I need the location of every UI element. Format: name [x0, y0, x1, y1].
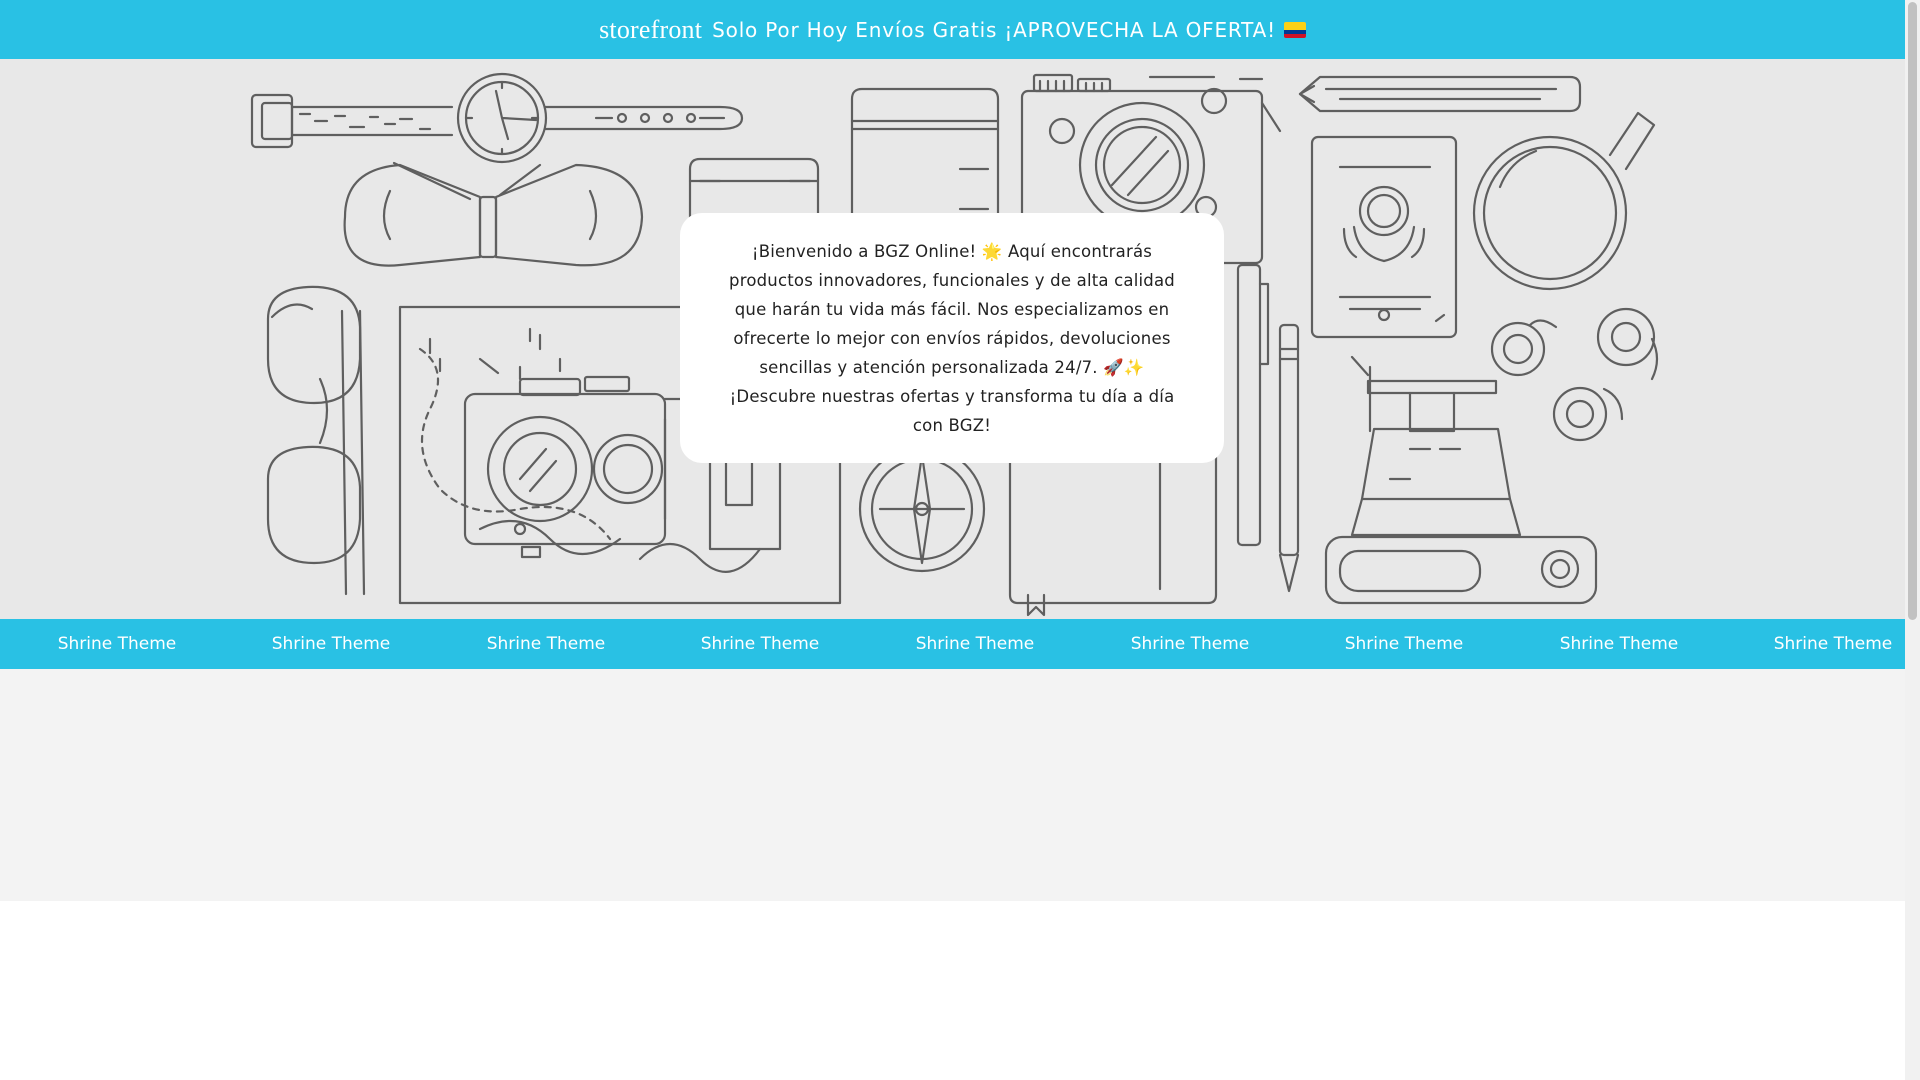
page-scrollbar[interactable] — [1905, 0, 1920, 1080]
marquee-item: Shrine Theme — [1130, 634, 1250, 654]
welcome-text: ¡Bienvenido a BGZ Online! 🌟 Aquí encontr… — [729, 241, 1175, 435]
scrollbar-thumb[interactable] — [1908, 2, 1917, 620]
hero-banner: ¡Bienvenido a BGZ Online! 🌟 Aquí encontr… — [0, 59, 1905, 619]
brand-logo[interactable]: storefront — [599, 15, 702, 45]
marquee-item: Shrine Theme — [271, 634, 391, 654]
marquee-item: Shrine Theme — [486, 634, 606, 654]
storefront-page: storefront Solo Por Hoy Envíos Gratis ¡A… — [0, 0, 1905, 1080]
welcome-card: ¡Bienvenido a BGZ Online! 🌟 Aquí encontr… — [680, 213, 1224, 463]
colombia-flag-icon — [1283, 21, 1306, 38]
compass-icon — [858, 445, 986, 573]
page: storefront Solo Por Hoy Envíos Gratis ¡A… — [0, 0, 1920, 1080]
watch-icon — [250, 72, 744, 164]
marquee-item: Shrine Theme — [1773, 634, 1893, 654]
sunglasses-icon — [266, 285, 366, 596]
bow-tie-icon — [343, 161, 644, 267]
marquee-item: Shrine Theme — [700, 634, 820, 654]
marquee-item: Shrine Theme — [57, 634, 177, 654]
instant-camera-icon — [1324, 355, 1598, 605]
magnifying-glass-icon — [1472, 111, 1656, 291]
marquee-item: Shrine Theme — [1344, 634, 1464, 654]
pen-icon — [1236, 263, 1300, 593]
announcement-message[interactable]: Solo Por Hoy Envíos Gratis ¡APROVECHA LA… — [712, 18, 1306, 42]
pencil-icon — [1298, 75, 1582, 113]
scrolling-marquee: Shrine Theme Shrine Theme Shrine Theme S… — [0, 619, 1905, 669]
marquee-item: Shrine Theme — [915, 634, 1035, 654]
passport-icon — [1310, 135, 1458, 339]
announcement-bar: storefront Solo Por Hoy Envíos Gratis ¡A… — [0, 0, 1905, 59]
film-rolls-icon — [1490, 307, 1659, 442]
marquee-item: Shrine Theme — [1559, 634, 1679, 654]
empty-section — [0, 669, 1905, 901]
